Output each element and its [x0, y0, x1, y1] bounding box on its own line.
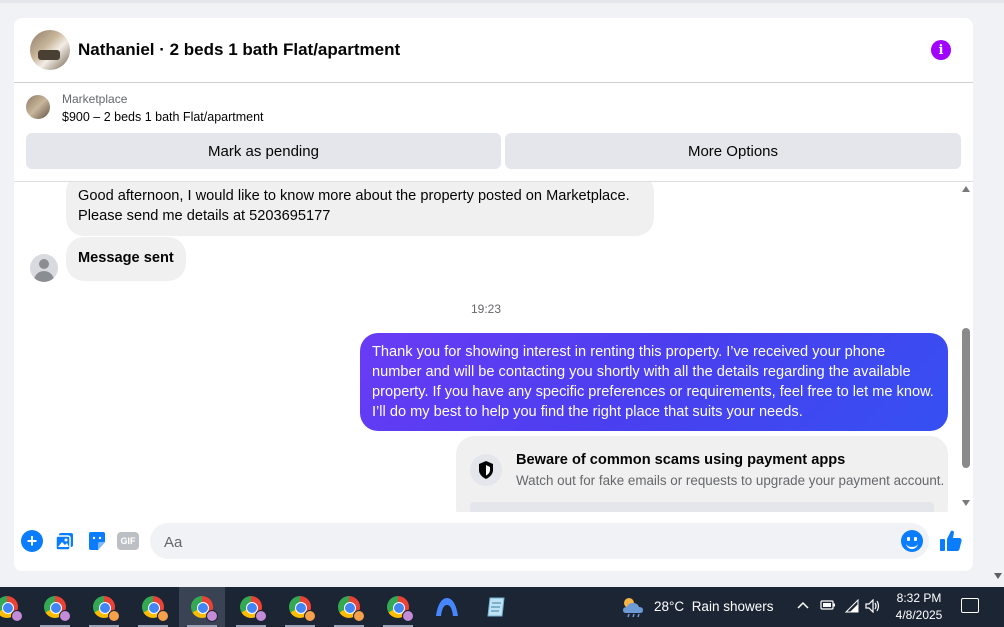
chrome-icon: [142, 596, 169, 622]
scroll-up-arrow-icon[interactable]: [962, 186, 970, 192]
taskbar-app-chrome[interactable]: [0, 587, 30, 627]
weather-widget[interactable]: 28°C Rain showers: [654, 599, 773, 614]
chat-title[interactable]: Nathaniel · 2 beds 1 bath Flat/apartment: [78, 40, 400, 60]
more-options-button[interactable]: More Options: [505, 133, 961, 169]
info-icon[interactable]: i: [931, 40, 951, 60]
taskbar-app-vpn[interactable]: [424, 587, 470, 627]
listing-title[interactable]: $900 – 2 beds 1 bath Flat/apartment: [62, 110, 264, 124]
rain-cloud-icon[interactable]: [620, 596, 646, 618]
emoji-icon[interactable]: [901, 530, 923, 552]
plus-icon[interactable]: +: [21, 530, 43, 552]
message-scrollbar[interactable]: [959, 182, 973, 512]
taskbar-app-notepad[interactable]: [473, 587, 519, 627]
incoming-message: Good afternoon, I would like to know mor…: [66, 182, 654, 236]
gallery-icon[interactable]: [54, 530, 76, 552]
incoming-message: Message sent: [66, 237, 186, 281]
scroll-down-arrow-icon[interactable]: [962, 500, 970, 506]
thumbs-up-icon[interactable]: [938, 528, 964, 554]
wifi-icon[interactable]: [844, 598, 860, 616]
volume-icon[interactable]: [864, 598, 882, 616]
battery-icon[interactable]: [820, 599, 836, 614]
windows-taskbar: 28°C Rain showers 8:32 PM 4/8/2025: [0, 587, 1004, 627]
chat-header: Nathaniel · 2 beds 1 bath Flat/apartment…: [14, 18, 973, 83]
message-list: Good afternoon, I would like to know mor…: [14, 181, 973, 512]
taskbar-app-chrome-active[interactable]: [179, 587, 225, 627]
message-input[interactable]: [162, 523, 866, 561]
marketplace-listing: Marketplace $900 – 2 beds 1 bath Flat/ap…: [14, 83, 973, 181]
notepad-icon: [487, 597, 505, 617]
page-scroll-down-icon[interactable]: [994, 573, 1002, 579]
scam-warning-subtitle: Watch out for fake emails or requests to…: [516, 473, 945, 488]
vpn-icon: [436, 598, 458, 616]
chrome-icon: [44, 596, 71, 622]
listing-source: Marketplace: [62, 92, 128, 106]
message-input-wrapper: [150, 523, 929, 561]
taskbar-app-chrome[interactable]: [130, 587, 176, 627]
chrome-icon: [93, 596, 120, 622]
mark-as-pending-button[interactable]: Mark as pending: [26, 133, 501, 169]
chat-window: Nathaniel · 2 beds 1 bath Flat/apartment…: [14, 18, 973, 571]
taskbar-app-chrome[interactable]: [326, 587, 372, 627]
message-timestamp: 19:23: [470, 302, 502, 316]
taskbar-app-chrome[interactable]: [32, 587, 78, 627]
scam-warning-action[interactable]: [470, 502, 934, 512]
scam-warning-title: Beware of common scams using payment app…: [516, 452, 846, 468]
contact-avatar[interactable]: [30, 30, 70, 70]
message-composer: + GIF: [14, 518, 973, 564]
taskbar-app-chrome[interactable]: [375, 587, 421, 627]
weather-temp: 28°C: [654, 599, 685, 614]
outgoing-message: Thank you for showing interest in rentin…: [360, 333, 948, 431]
chevron-up-icon[interactable]: [796, 599, 810, 614]
chrome-icon: [240, 596, 267, 622]
scroll-thumb[interactable]: [962, 328, 970, 468]
weather-desc: Rain showers: [691, 599, 774, 614]
chrome-icon: [191, 596, 218, 622]
clock-date: 4/8/2025: [895, 608, 943, 622]
gif-icon[interactable]: GIF: [117, 532, 139, 550]
taskbar-app-chrome[interactable]: [228, 587, 274, 627]
chrome-icon: [0, 596, 23, 622]
chrome-icon: [387, 596, 414, 622]
taskbar-app-chrome[interactable]: [277, 587, 323, 627]
taskbar-app-chrome[interactable]: [81, 587, 127, 627]
top-divider: [0, 0, 1004, 3]
sender-avatar[interactable]: [30, 254, 58, 282]
chrome-icon: [338, 596, 365, 622]
clock-time: 8:32 PM: [896, 591, 942, 605]
system-clock[interactable]: 8:32 PM 4/8/2025: [888, 590, 950, 624]
notification-icon[interactable]: [961, 598, 979, 613]
sticker-icon[interactable]: [86, 530, 108, 552]
scam-warning-card: Beware of common scams using payment app…: [456, 436, 948, 512]
listing-thumbnail[interactable]: [26, 95, 50, 119]
shield-icon: [470, 454, 502, 486]
chrome-icon: [289, 596, 316, 622]
